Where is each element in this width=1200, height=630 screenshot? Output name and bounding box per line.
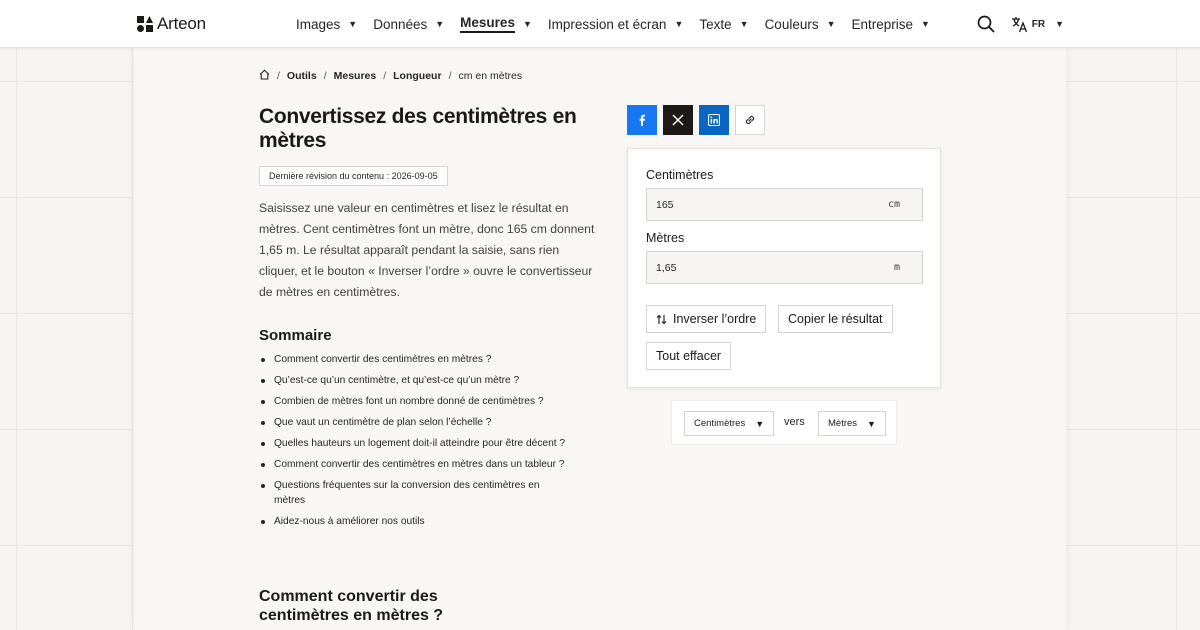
toc-link[interactable]: Quelles hauteurs un logement doit-il att…: [259, 436, 599, 451]
nav-item-donnees[interactable]: Données ▼: [365, 0, 452, 48]
toc-link[interactable]: Comment convertir des centimètres en mèt…: [259, 352, 599, 367]
link-icon: [745, 115, 755, 125]
chevron-down-icon: ▼: [867, 418, 876, 429]
nav-label: Entreprise: [851, 16, 914, 32]
nav-label: Texte: [699, 16, 732, 32]
breadcrumb-link-mesures[interactable]: Mesures: [334, 70, 377, 82]
toc-link[interactable]: Que vaut un centimètre de plan selon l’é…: [259, 415, 599, 430]
nav-label: Couleurs: [764, 16, 819, 32]
search-icon: [977, 15, 995, 33]
chevron-down-icon: ▼: [1055, 19, 1064, 29]
table-of-contents: Comment convertir des centimètres en mèt…: [259, 352, 599, 535]
centimeters-field: cm: [646, 188, 923, 221]
breadcrumb-link-longueur[interactable]: Longueur: [393, 70, 441, 82]
nav-label: Images: [296, 16, 341, 32]
breadcrumb-separator: /: [323, 70, 327, 82]
clear-all-button[interactable]: Tout effacer: [646, 342, 732, 370]
nav-label: Impression et écran: [547, 16, 667, 32]
nav-item-entreprise[interactable]: Entreprise ▼: [844, 0, 938, 48]
copy-result-button[interactable]: Copier le résultat: [778, 305, 893, 333]
meters-input[interactable]: [647, 252, 887, 283]
chevron-down-icon: ▼: [826, 19, 836, 29]
breadcrumb: / Outils / Mesures / Longueur / cm en mè…: [259, 69, 522, 83]
nav-label: Mesures: [460, 15, 515, 33]
main-nav: Images ▼ Données ▼ Mesures ▼ Impression …: [288, 0, 938, 48]
brand-logo[interactable]: Arteon: [137, 14, 206, 34]
meters-field: m: [646, 251, 923, 284]
unit-m: m: [893, 262, 900, 273]
share-buttons: [627, 105, 765, 135]
centimeters-label: Centimètres: [646, 168, 714, 182]
toc-link[interactable]: Questions fréquentes sur la conversion d…: [259, 478, 599, 508]
share-linkedin-button[interactable]: [699, 105, 729, 135]
toc-heading: Sommaire: [259, 327, 332, 344]
swap-order-label: Inverser l’ordre: [673, 312, 757, 326]
toc-link[interactable]: Combien de mètres font un nombre donné d…: [259, 394, 599, 409]
toc-link[interactable]: Aidez-nous à améliorer nos outils: [259, 514, 599, 529]
nav-label: Données: [373, 16, 428, 32]
nav-item-images[interactable]: Images ▼: [288, 0, 365, 48]
chevron-down-icon: ▼: [921, 19, 930, 29]
chevron-down-icon: ▼: [522, 19, 532, 29]
meters-label: Mètres: [646, 231, 685, 245]
chevron-down-icon: ▼: [674, 19, 684, 29]
intro-paragraph: Saisissez une valeur en centimètres et l…: [259, 201, 595, 299]
centimeters-input[interactable]: [647, 189, 887, 220]
share-facebook-button[interactable]: [627, 105, 657, 135]
breadcrumb-link-outils[interactable]: Outils: [287, 70, 317, 82]
breadcrumb-separator: /: [448, 70, 452, 82]
translate-icon: [1011, 16, 1027, 32]
breadcrumb-separator: /: [277, 70, 280, 82]
search-button[interactable]: [977, 15, 995, 33]
unit-switcher: Centimètres ▼ vers Mètres ▼: [671, 400, 897, 445]
language-code: FR: [1031, 18, 1046, 30]
nav-item-couleurs[interactable]: Couleurs ▼: [757, 0, 844, 48]
converter-card: Centimètres cm Mètres m Inverser l’ordre…: [627, 148, 941, 388]
chevron-down-icon: ▼: [435, 19, 445, 29]
toc-link[interactable]: Comment convertir des centimètres en mèt…: [259, 457, 599, 472]
page-title: Convertissez des centimètres en mètres: [259, 105, 577, 152]
header-actions: FR ▼: [977, 0, 1064, 48]
share-x-button[interactable]: [663, 105, 693, 135]
nav-item-impression-ecran[interactable]: Impression et écran ▼: [540, 0, 691, 48]
from-unit-value: Centimètres: [694, 418, 746, 429]
facebook-icon: [639, 114, 645, 126]
nav-item-mesures[interactable]: Mesures ▼: [452, 0, 540, 48]
breadcrumb-separator: /: [383, 70, 387, 82]
breadcrumb-current: cm en mètres: [458, 70, 523, 82]
toc-link[interactable]: Qu’est-ce qu’un centimètre, et qu’est-ce…: [259, 373, 599, 388]
section-heading: Comment convertir des centimètres en mèt…: [259, 588, 444, 624]
chevron-down-icon: ▼: [755, 418, 765, 429]
chevron-down-icon: ▼: [348, 19, 358, 29]
to-unit-value: Mètres: [828, 418, 858, 429]
nav-item-texte[interactable]: Texte ▼: [691, 0, 756, 48]
unit-cm: cm: [887, 199, 900, 210]
brand-name: Arteon: [157, 14, 206, 33]
chevron-down-icon: ▼: [739, 19, 749, 29]
main-content-panel: / Outils / Mesures / Longueur / cm en mè…: [134, 48, 1066, 630]
swap-order-button[interactable]: Inverser l’ordre: [646, 305, 767, 333]
linkedin-icon: [708, 114, 720, 126]
copy-link-button[interactable]: [735, 105, 765, 135]
unit-connector: vers: [784, 416, 805, 428]
swap-icon: [656, 314, 667, 324]
language-selector[interactable]: FR ▼: [1011, 16, 1064, 33]
logo-icon: [137, 16, 153, 32]
to-unit-select[interactable]: Mètres ▼: [818, 411, 886, 436]
home-icon[interactable]: [259, 69, 270, 83]
from-unit-select[interactable]: Centimètres ▼: [684, 411, 775, 436]
revision-date-badge: Dernière révision du contenu : 2026-09-0…: [259, 166, 448, 186]
x-icon: [672, 114, 684, 126]
top-navigation-bar: Arteon Images ▼ Données ▼ Mesures ▼ Impr…: [0, 0, 1200, 48]
